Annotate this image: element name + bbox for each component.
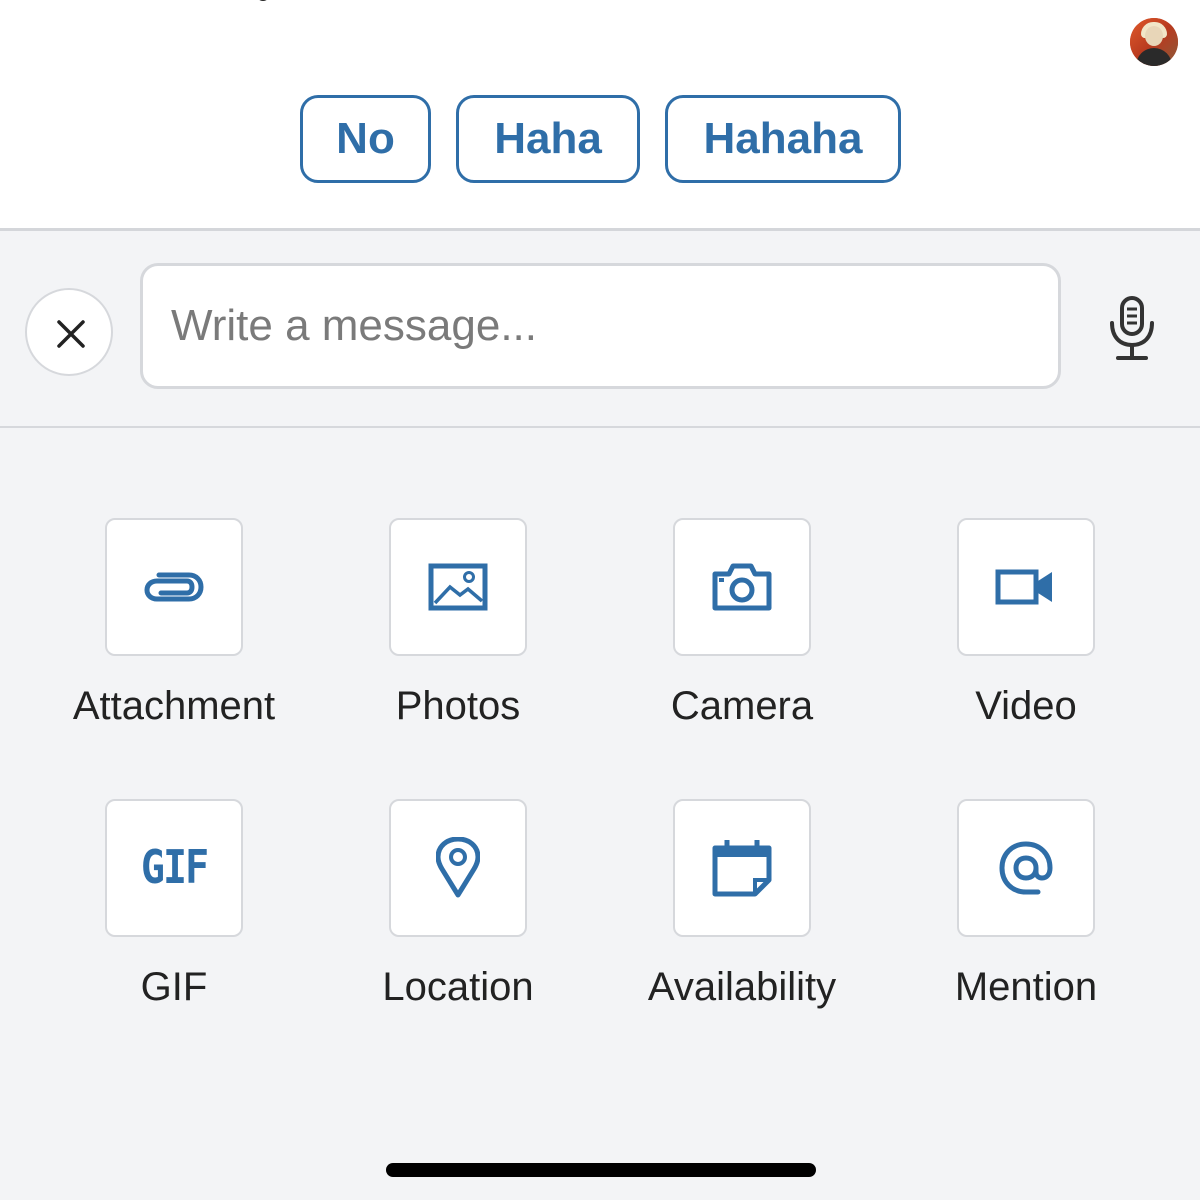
conversation-area: No Haha Hahaha [0,0,1200,231]
close-button[interactable] [25,288,113,376]
photos-button[interactable] [389,518,527,656]
at-sign-icon [999,841,1053,895]
image-icon [428,563,488,611]
gif-option[interactable]: GIF GIF [54,799,294,1019]
video-button[interactable] [957,518,1095,656]
paperclip-icon [144,572,204,602]
video-camera-icon [995,569,1052,605]
video-label: Video [975,684,1077,728]
camera-icon [712,563,772,611]
location-label: Location [382,965,534,1009]
location-option[interactable]: Location [338,799,578,1019]
gif-button[interactable]: GIF [105,799,243,937]
home-indicator [386,1163,816,1177]
attachment-label: Attachment [72,684,276,728]
microphone-button[interactable] [1104,295,1160,363]
calendar-icon [712,840,772,897]
location-button[interactable] [389,799,527,937]
quick-reply-no[interactable]: No [300,95,431,183]
avatar[interactable] [1130,18,1178,66]
camera-label: Camera [670,684,814,728]
microphone-icon [1110,296,1154,360]
availability-button[interactable] [673,799,811,937]
camera-button[interactable] [673,518,811,656]
camera-option[interactable]: Camera [622,518,862,738]
mention-option[interactable]: Mention [906,799,1146,1019]
quick-reply-haha[interactable]: Haha [456,95,640,183]
quick-reply-hahaha[interactable]: Hahaha [665,95,901,183]
video-option[interactable]: Video [906,518,1146,738]
message-input[interactable] [140,263,1061,389]
gif-label: GIF [140,965,208,1009]
mention-button[interactable] [957,799,1095,937]
clipped-message-text [256,0,286,4]
attachment-option[interactable]: Attachment [54,518,294,738]
photos-option[interactable]: Photos [338,518,578,738]
quick-replies: No Haha Hahaha [0,95,1200,187]
message-composer [0,231,1200,428]
mention-label: Mention [954,965,1098,1009]
photos-label: Photos [395,684,521,728]
close-icon [57,320,85,348]
availability-option[interactable]: Availability [622,799,862,1019]
availability-label: Availability [647,965,837,1009]
gif-icon: GIF [140,841,209,895]
attachment-button[interactable] [105,518,243,656]
map-pin-icon [436,837,480,898]
